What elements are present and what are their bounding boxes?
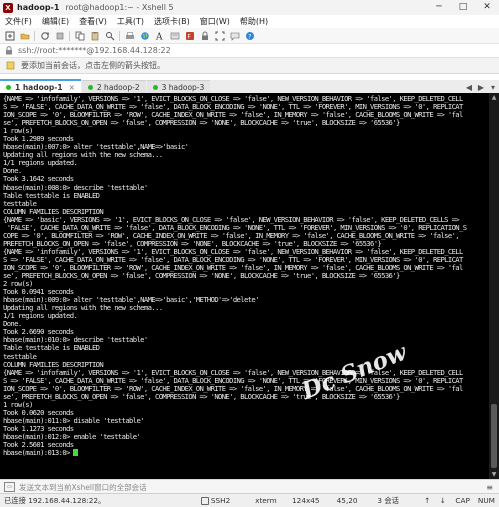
protocol-status: SSH2 [197, 496, 251, 505]
tab-hadoop-1[interactable]: 1 hadoop-1 × [0, 79, 81, 93]
svg-text:?: ? [248, 33, 251, 40]
toolbar-separator [119, 30, 120, 41]
minimize-button[interactable]: ─ [427, 0, 451, 15]
disconnect-icon[interactable] [54, 30, 65, 41]
fullscreen-icon[interactable] [214, 30, 225, 41]
compose-bar: ▭ 发送文本到当前Xshell窗口的全部会话 ≡ [0, 479, 499, 494]
reconnect-icon[interactable] [39, 30, 50, 41]
tab-close-icon[interactable]: × [69, 83, 75, 92]
session-count: 3 会话 [377, 495, 399, 505]
terminal-scrollbar[interactable]: ▲ ▼ [489, 93, 499, 479]
menu-window[interactable]: 窗口(W) [195, 16, 235, 27]
window-controls: ─ □ ✕ [427, 0, 499, 15]
ssh-lock-icon [200, 496, 209, 505]
scroll-up-icon[interactable]: ▲ [489, 93, 499, 102]
terminal-type: xterm [255, 496, 277, 505]
paste-icon[interactable] [89, 30, 100, 41]
scrollbar-thumb[interactable] [491, 404, 497, 468]
svg-text:F: F [187, 33, 191, 40]
help-icon[interactable]: ? [244, 30, 255, 41]
terminal-output[interactable]: {NAME => 'infofamily', VERSIONS => '1', … [0, 93, 489, 479]
menu-view[interactable]: 查看(V) [74, 16, 112, 27]
scroll-down-icon[interactable]: ▼ [489, 470, 499, 479]
new-session-icon[interactable] [4, 30, 15, 41]
toolbar-separator [69, 30, 70, 41]
terminal-size: 124x45 [292, 496, 320, 505]
copy-icon[interactable] [74, 30, 85, 41]
session-hint-bar: 要添加当前会话，点击左侧的箭头按钮。 [0, 58, 499, 74]
menu-help[interactable]: 帮助(H) [235, 16, 273, 27]
xftp-icon[interactable]: F [184, 30, 195, 41]
print-icon[interactable] [124, 30, 135, 41]
upload-icon[interactable]: ↑ [420, 496, 436, 505]
address-bar[interactable]: ssh://root:*******@192.168.44.128:22 [0, 44, 499, 58]
terminal-text: {NAME => 'infofamily', VERSIONS => '1', … [3, 94, 467, 458]
window-title: hadoop-1 root@hadoop1:~ - Xshell 5 [17, 3, 174, 12]
bookmark-icon[interactable] [5, 60, 16, 71]
compose-icon[interactable] [169, 30, 180, 41]
tab-label: 2 hadoop-2 [96, 82, 140, 92]
menu-tabs[interactable]: 选项卡(B) [149, 16, 195, 27]
window-title-session: hadoop-1 [17, 3, 60, 12]
font-icon[interactable]: A [154, 30, 165, 41]
cursor-position: 45,20 [336, 496, 358, 505]
chat-icon[interactable] [229, 30, 240, 41]
toolbar-separator [34, 30, 35, 41]
menu-edit[interactable]: 编辑(E) [37, 16, 74, 27]
connected-status-icon [6, 84, 11, 90]
compose-bar-icon[interactable]: ▭ [4, 482, 15, 492]
tab-prev-icon[interactable]: ◀ [463, 83, 475, 92]
menu-bar: 文件(F) 编辑(E) 查看(V) 工具(T) 选项卡(B) 窗口(W) 帮助(… [0, 15, 499, 28]
compose-menu-icon[interactable]: ≡ [486, 483, 493, 492]
svg-text:A: A [155, 32, 163, 41]
connected-status-icon [87, 84, 93, 90]
window-title-rest: root@hadoop1:~ - Xshell 5 [65, 3, 174, 12]
tab-navigation: ◀ ▶ ▾ [463, 81, 499, 93]
find-icon[interactable] [104, 30, 115, 41]
open-folder-icon[interactable] [19, 30, 30, 41]
tab-bar: 1 hadoop-1 × 2 hadoop-2 3 hadoop-3 ◀ ▶ ▾ [0, 79, 499, 93]
maximize-button[interactable]: □ [451, 0, 475, 15]
close-button[interactable]: ✕ [475, 0, 499, 15]
tab-hadoop-2[interactable]: 2 hadoop-2 [81, 80, 146, 93]
menu-file[interactable]: 文件(F) [0, 16, 37, 27]
tab-label: 3 hadoop-3 [161, 82, 205, 92]
title-bar: X hadoop-1 root@hadoop1:~ - Xshell 5 ─ □ … [0, 0, 499, 15]
address-lock-icon [3, 45, 14, 56]
status-bar: 已连接 192.168.44.128:22。 SSH2 xterm 124x45… [0, 493, 499, 507]
compose-input[interactable]: 发送文本到当前Xshell窗口的全部会话 [19, 482, 147, 493]
address-input[interactable]: ssh://root:*******@192.168.44.128:22 [18, 46, 171, 55]
tab-next-icon[interactable]: ▶ [475, 83, 487, 92]
tab-hadoop-3[interactable]: 3 hadoop-3 [146, 80, 211, 93]
xshell-app-icon: X [3, 2, 13, 13]
tab-label: 1 hadoop-1 [15, 82, 63, 92]
session-hint-text: 要添加当前会话，点击左侧的箭头按钮。 [21, 61, 165, 70]
terminal-cursor [73, 449, 79, 457]
toolbar: A F ? [0, 28, 499, 44]
connection-status: 已连接 192.168.44.128:22。 [4, 495, 106, 505]
menu-tools[interactable]: 工具(T) [112, 16, 149, 27]
caps-lock-indicator: CAP [455, 496, 470, 505]
num-lock-indicator: NUM [477, 496, 495, 505]
lock-icon[interactable] [199, 30, 210, 41]
connected-status-icon [152, 84, 158, 90]
tab-menu-icon[interactable]: ▾ [487, 83, 499, 92]
globe-icon[interactable] [139, 30, 150, 41]
protocol-label: SSH2 [210, 496, 231, 505]
download-icon[interactable]: ↓ [436, 496, 452, 505]
